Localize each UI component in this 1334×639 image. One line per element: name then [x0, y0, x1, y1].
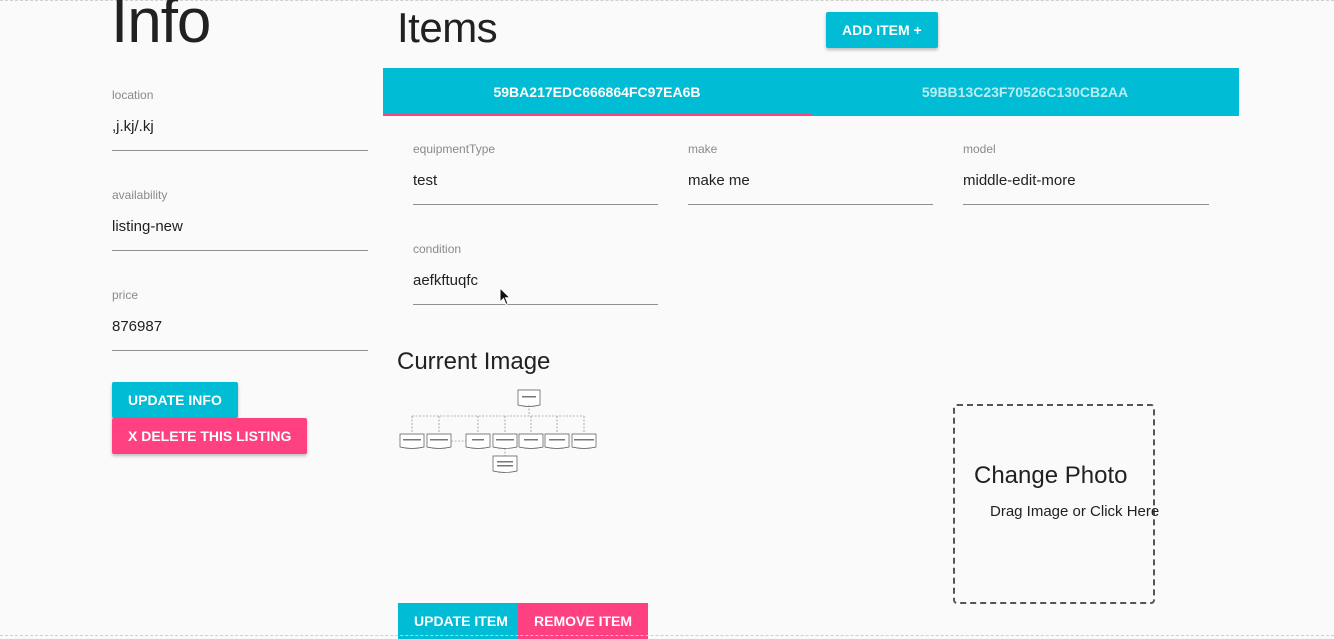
- update-item-button[interactable]: UPDATE ITEM: [398, 603, 524, 639]
- current-image-title: Current Image: [397, 348, 551, 375]
- price-underline: [112, 350, 368, 351]
- availability-underline: [112, 250, 368, 251]
- availability-label: availability: [112, 188, 168, 202]
- current-image-thumbnail: [399, 389, 597, 473]
- tab-item-2[interactable]: 59BB13C23F70526C130CB2AA: [811, 68, 1239, 116]
- model-value[interactable]: middle-edit-more: [963, 172, 1076, 189]
- model-underline: [963, 204, 1209, 205]
- items-title: Items: [397, 4, 498, 51]
- availability-value[interactable]: listing-new: [112, 218, 183, 235]
- delete-listing-button[interactable]: X DELETE THIS LISTING: [112, 418, 308, 454]
- make-label: make: [688, 142, 718, 156]
- make-underline: [688, 204, 933, 205]
- make-value[interactable]: make me: [688, 172, 750, 189]
- condition-underline: [413, 304, 658, 305]
- location-value[interactable]: ,j.kj/.kj: [112, 118, 154, 135]
- equipment-type-label: equipmentType: [413, 142, 496, 156]
- model-label: model: [963, 142, 996, 156]
- info-title: Info: [111, 0, 211, 56]
- location-label: location: [112, 88, 154, 102]
- condition-value[interactable]: aefkftuqfc: [413, 272, 478, 289]
- add-item-button[interactable]: ADD ITEM +: [826, 12, 938, 48]
- mouse-pointer-icon: [499, 287, 511, 306]
- tab-item-1[interactable]: 59BA217EDC666864FC97EA6B: [383, 68, 811, 116]
- price-label: price: [112, 288, 139, 302]
- price-value[interactable]: 876987: [112, 318, 162, 335]
- item-tab-bar: 59BA217EDC666864FC97EA6B 59BB13C23F70526…: [383, 68, 1239, 116]
- location-underline: [112, 150, 368, 151]
- change-photo-title: Change Photo: [974, 462, 1128, 489]
- equipment-type-value[interactable]: test: [413, 172, 437, 189]
- remove-item-button[interactable]: REMOVE ITEM: [518, 603, 649, 639]
- change-photo-hint: Drag Image or Click Here: [990, 503, 1160, 520]
- equipment-type-underline: [413, 204, 658, 205]
- condition-label: condition: [413, 242, 462, 256]
- active-tab-indicator: [383, 114, 811, 116]
- update-info-button[interactable]: UPDATE INFO: [112, 382, 238, 418]
